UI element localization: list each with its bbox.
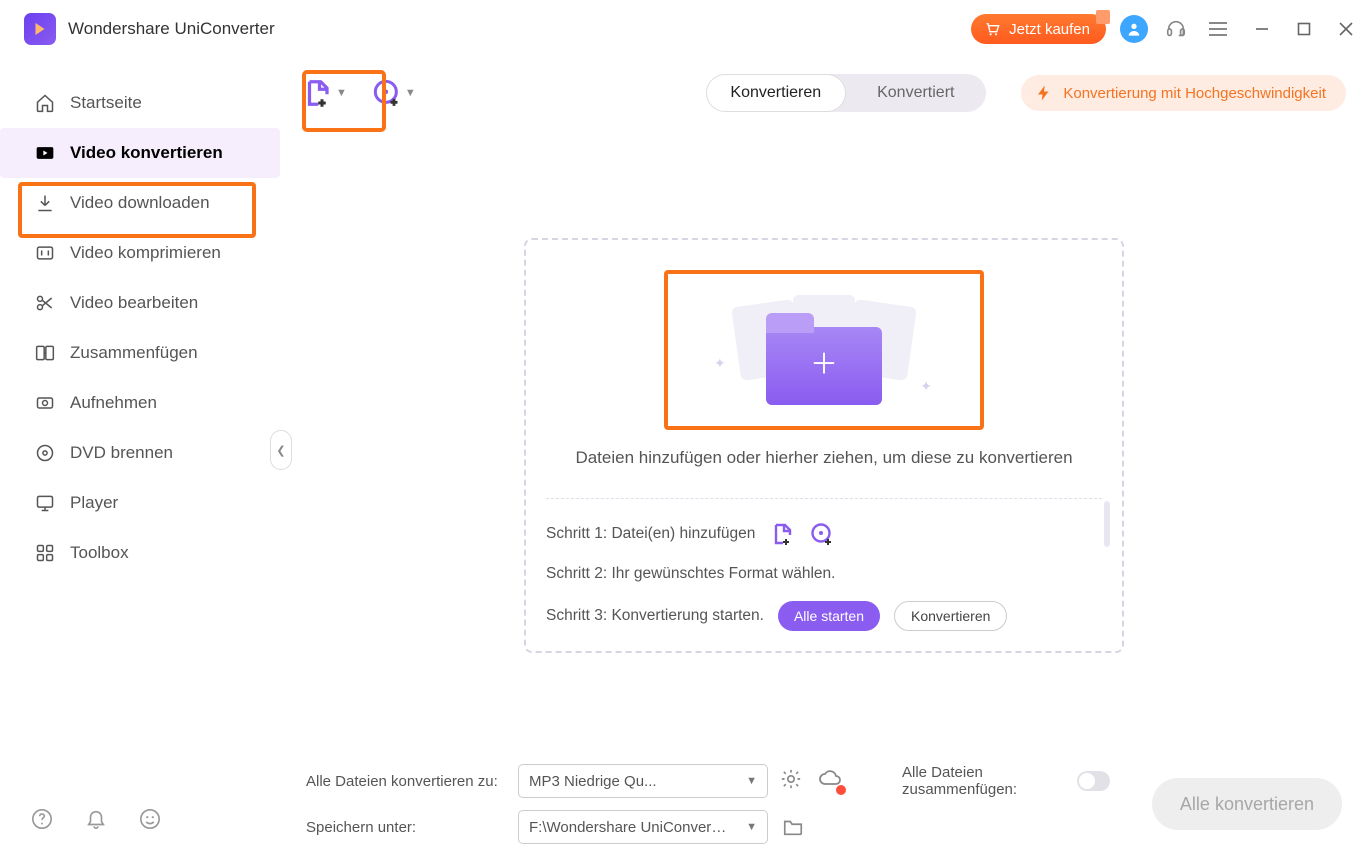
add-files-hero[interactable]: ✦ ✦ ＋: [664, 270, 984, 430]
merge-toggle[interactable]: [1077, 771, 1110, 791]
merge-icon: [34, 342, 56, 364]
open-folder-button[interactable]: [780, 814, 806, 840]
sidebar-item-label: Video konvertieren: [70, 143, 223, 163]
file-add-icon: [302, 78, 332, 108]
sidebar-item-label: Startseite: [70, 93, 142, 113]
sidebar-item-convert[interactable]: Video konvertieren: [0, 128, 280, 178]
sidebar-item-label: Video bearbeiten: [70, 293, 198, 313]
player-icon: [34, 492, 56, 514]
sidebar-item-dvd[interactable]: DVD brennen: [0, 428, 280, 478]
sidebar: Startseite Video konvertieren Video down…: [0, 58, 280, 849]
support-icon[interactable]: [1162, 15, 1190, 43]
cloud-warning-icon[interactable]: [818, 769, 842, 793]
merge-control: Alle Dateien zusammenfügen:: [902, 764, 1110, 798]
drop-text: Dateien hinzufügen oder hierher ziehen, …: [575, 448, 1072, 468]
tab-converted[interactable]: Konvertiert: [846, 74, 986, 112]
compress-icon: [34, 242, 56, 264]
chevron-down-icon: ▼: [405, 87, 416, 99]
merge-label: Alle Dateien zusammenfügen:: [902, 764, 1067, 798]
save-path-select[interactable]: F:\Wondershare UniConverter 1 ▼: [518, 810, 768, 844]
add-disc-button[interactable]: ▼: [373, 79, 416, 107]
save-to-label: Speichern unter:: [306, 819, 506, 836]
sidebar-footer: [30, 807, 162, 831]
cart-icon: [983, 21, 1001, 37]
main-area: ▼ ▼ Konvertieren Konvertiert Konvertieru…: [280, 58, 1368, 849]
titlebar: Wondershare UniConverter Jetzt kaufen: [0, 0, 1368, 58]
output-format-value: MP3 Niedrige Qu...: [529, 773, 657, 790]
format-extra-icons: [780, 768, 890, 794]
window-controls: [1254, 21, 1354, 37]
disc-add-icon: [373, 79, 401, 107]
sidebar-item-label: Video downloaden: [70, 193, 210, 213]
step-2: Schritt 2: Ihr gewünschtes Format wählen…: [546, 565, 1102, 583]
scissors-icon: [34, 292, 56, 314]
step3-label: Schritt 3: Konvertierung starten.: [546, 607, 764, 625]
sidebar-item-merge[interactable]: Zusammenfügen: [0, 328, 280, 378]
app-window: Wondershare UniConverter Jetzt kaufen St…: [0, 0, 1368, 849]
maximize-button[interactable]: [1296, 21, 1312, 37]
sidebar-item-label: Toolbox: [70, 543, 129, 563]
sidebar-item-home[interactable]: Startseite: [0, 78, 280, 128]
step2-label: Schritt 2: Ihr gewünschtes Format wählen…: [546, 565, 835, 583]
download-icon: [34, 192, 56, 214]
drop-area-wrapper: ✦ ✦ ＋ Dateien hinzufügen oder hierher zi…: [280, 128, 1368, 739]
step-1: Schritt 1: Datei(en) hinzufügen: [546, 521, 1102, 547]
chevron-down-icon: ▼: [336, 87, 347, 99]
single-convert-button[interactable]: Konvertieren: [894, 601, 1007, 631]
menu-icon[interactable]: [1204, 15, 1232, 43]
convert-to-label: Alle Dateien konvertieren zu:: [306, 773, 506, 790]
drop-zone: ✦ ✦ ＋ Dateien hinzufügen oder hierher zi…: [524, 238, 1124, 653]
bottom-bar: Alle Dateien konvertieren zu: MP3 Niedri…: [280, 739, 1368, 849]
sidebar-item-toolbox[interactable]: Toolbox: [0, 528, 280, 578]
disc-icon: [34, 442, 56, 464]
sidebar-item-label: Aufnehmen: [70, 393, 157, 413]
tab-bar: Konvertieren Konvertiert: [706, 74, 986, 112]
sidebar-item-compress[interactable]: Video komprimieren: [0, 228, 280, 278]
buy-button[interactable]: Jetzt kaufen: [971, 14, 1106, 44]
sidebar-item-label: Zusammenfügen: [70, 343, 198, 363]
sidebar-item-record[interactable]: Aufnehmen: [0, 378, 280, 428]
convert-all-button[interactable]: Alle konvertieren: [1152, 778, 1342, 830]
app-logo: [24, 13, 56, 45]
bell-icon[interactable]: [84, 807, 108, 831]
sidebar-item-label: Player: [70, 493, 118, 513]
sidebar-item-edit[interactable]: Video bearbeiten: [0, 278, 280, 328]
steps: Schritt 1: Datei(en) hinzufügen Schritt …: [546, 498, 1102, 631]
folder-illustration: ✦ ✦ ＋: [734, 295, 914, 405]
start-all-button[interactable]: Alle starten: [778, 601, 880, 631]
save-path-value: F:\Wondershare UniConverter 1: [529, 819, 729, 836]
scrollbar[interactable]: [1104, 501, 1110, 547]
step-3: Schritt 3: Konvertierung starten. Alle s…: [546, 601, 1102, 631]
chevron-down-icon: ▼: [746, 821, 757, 833]
video-convert-icon: [34, 142, 56, 164]
tab-convert[interactable]: Konvertieren: [706, 74, 846, 112]
disc-add-icon[interactable]: [809, 521, 835, 547]
toolbox-icon: [34, 542, 56, 564]
file-add-icon[interactable]: [769, 521, 795, 547]
bolt-icon: [1035, 84, 1053, 102]
buy-label: Jetzt kaufen: [1009, 21, 1090, 38]
close-button[interactable]: [1338, 21, 1354, 37]
output-format-select[interactable]: MP3 Niedrige Qu... ▼: [518, 764, 768, 798]
sidebar-item-label: DVD brennen: [70, 443, 173, 463]
minimize-button[interactable]: [1254, 21, 1270, 37]
user-avatar-button[interactable]: [1120, 15, 1148, 43]
chevron-down-icon: ▼: [746, 775, 757, 787]
gear-icon[interactable]: [780, 768, 802, 794]
highspeed-label: Konvertierung mit Hochgeschwindigkeit: [1063, 85, 1326, 102]
sidebar-item-download[interactable]: Video downloaden: [0, 178, 280, 228]
home-icon: [34, 92, 56, 114]
body: Startseite Video konvertieren Video down…: [0, 58, 1368, 849]
toolbar: ▼ ▼ Konvertieren Konvertiert Konvertieru…: [280, 58, 1368, 128]
record-icon: [34, 392, 56, 414]
sidebar-item-player[interactable]: Player: [0, 478, 280, 528]
add-file-button[interactable]: ▼: [302, 78, 347, 108]
feedback-icon[interactable]: [138, 807, 162, 831]
app-title: Wondershare UniConverter: [68, 19, 275, 39]
help-icon[interactable]: [30, 807, 54, 831]
highspeed-chip[interactable]: Konvertierung mit Hochgeschwindigkeit: [1021, 75, 1346, 111]
step1-label: Schritt 1: Datei(en) hinzufügen: [546, 525, 755, 543]
toolbar-left: ▼ ▼: [302, 78, 416, 108]
sidebar-item-label: Video komprimieren: [70, 243, 221, 263]
